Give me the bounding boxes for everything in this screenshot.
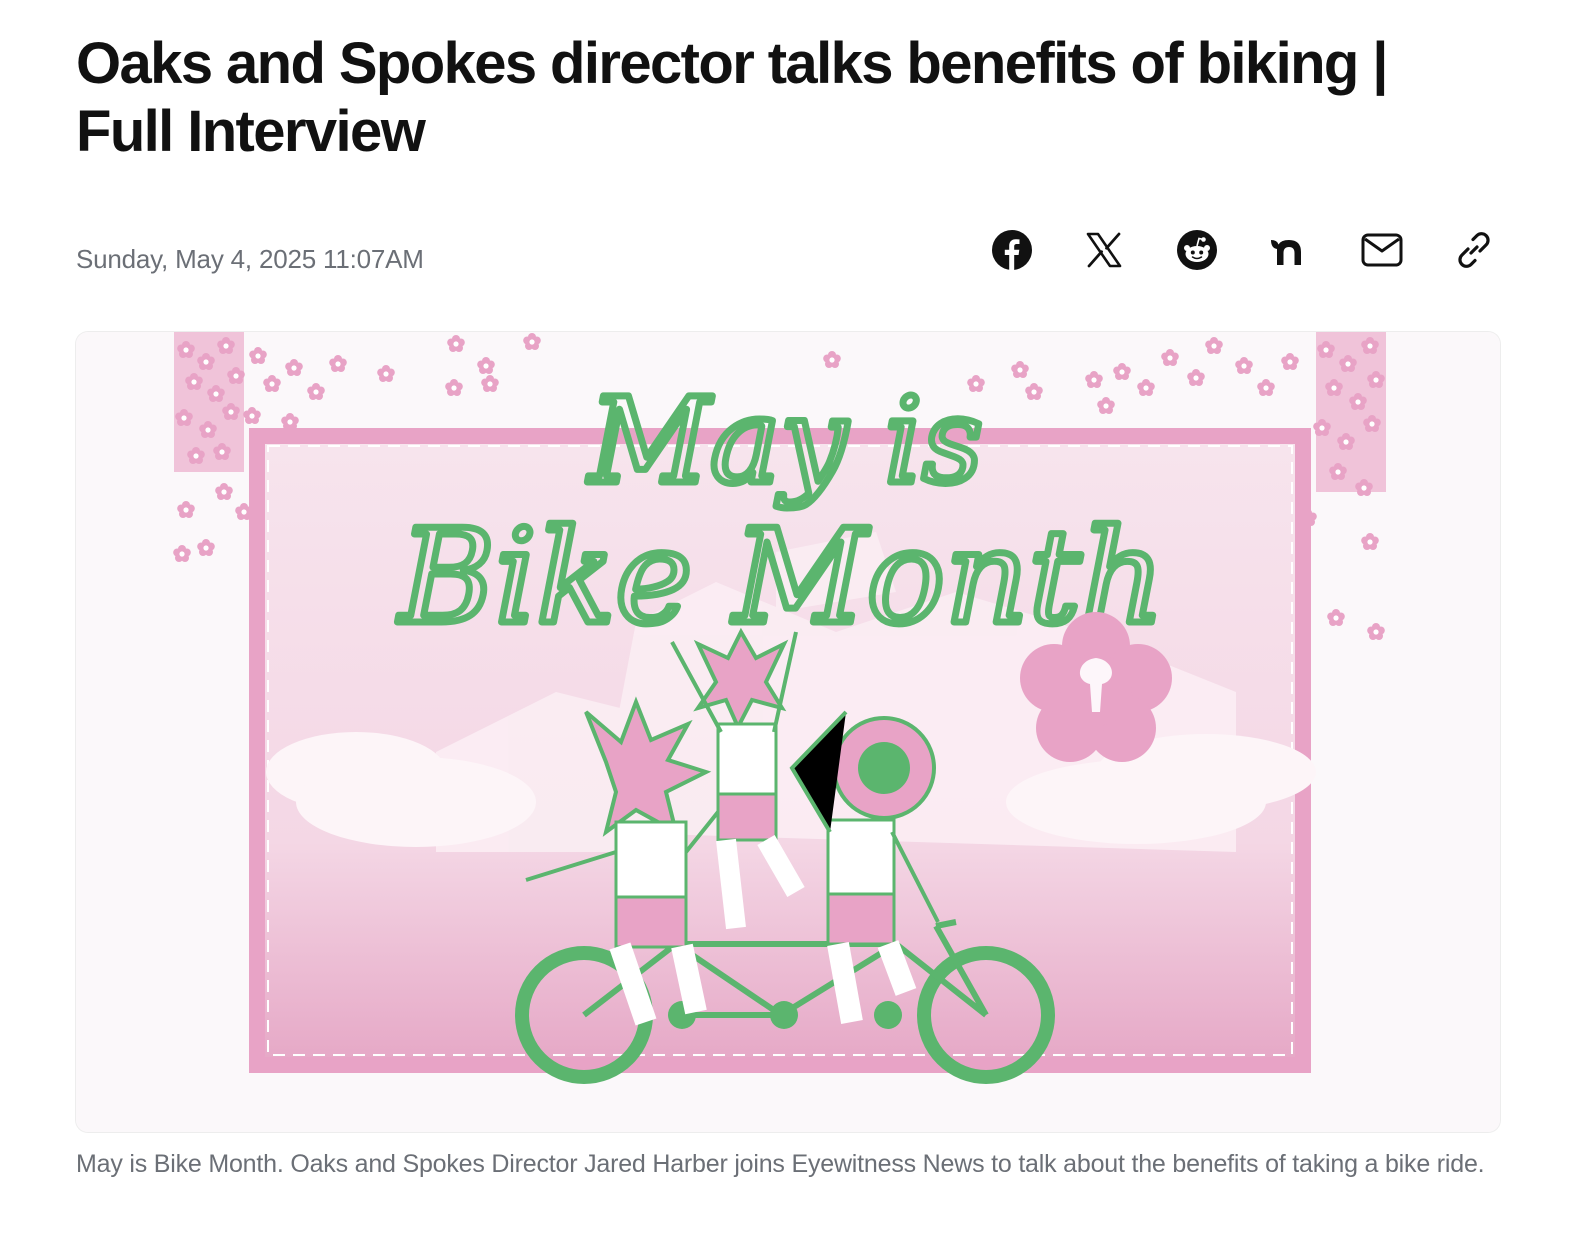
video-caption: May is Bike Month. Oaks and Spokes Direc… [76,1150,1485,1178]
copy-link-button[interactable] [1450,226,1498,274]
link-icon [1458,232,1490,268]
share-x-button[interactable] [1080,226,1128,274]
share-bar [988,226,1498,274]
video-player[interactable]: May is Bike Month [76,332,1500,1132]
x-icon [1087,232,1122,268]
video-thumbnail: May is Bike Month [76,332,1500,1132]
nextdoor-icon [1271,240,1302,265]
facebook-icon [992,230,1032,270]
share-facebook-button[interactable] [988,226,1036,274]
video-title-line2: Bike Month [397,501,1164,653]
email-icon [1361,233,1403,267]
share-reddit-button[interactable] [1173,226,1221,274]
article-timestamp: Sunday, May 4, 2025 11:07AM [76,244,424,274]
share-nextdoor-button[interactable] [1265,226,1313,274]
reddit-icon [1176,230,1217,270]
article-headline: Oaks and Spokes director talks benefits … [76,31,1388,164]
video-title-line1: May is [587,372,983,510]
share-email-button[interactable] [1358,226,1406,274]
